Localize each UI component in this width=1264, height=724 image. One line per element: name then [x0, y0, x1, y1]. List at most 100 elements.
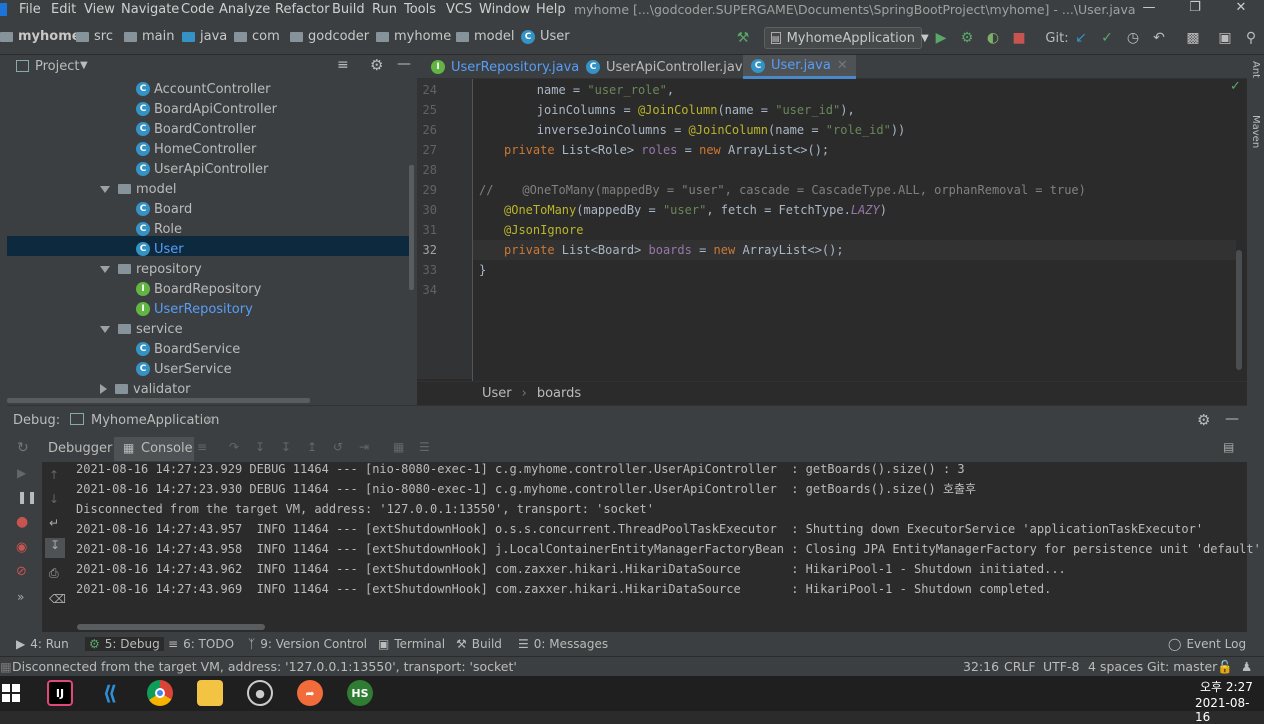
trace-icon[interactable]: ☰ — [419, 440, 430, 454]
chevron-down-icon[interactable]: ▼ — [80, 60, 88, 71]
close-icon[interactable]: ✕ — [204, 413, 214, 427]
close-icon[interactable]: ✕ — [837, 58, 848, 73]
code-line[interactable]: private List<Board> boards = new ArrayLi… — [504, 240, 844, 260]
tree-item-boardapicontroller[interactable]: C BoardApiController — [136, 99, 277, 119]
git-commit-icon[interactable]: ✓ — [1098, 29, 1116, 47]
tab-messages[interactable]: ☰ 0: Messages — [518, 637, 608, 651]
console-horizontal-scrollbar[interactable] — [77, 624, 265, 630]
breadcrumb-myhome-project[interactable]: myhome — [0, 29, 81, 44]
inspector-icon[interactable]: ♟ — [1241, 659, 1252, 674]
debug-icon[interactable]: ⚙ — [958, 29, 976, 47]
build-hammer-icon[interactable]: ⚒ — [734, 29, 752, 47]
windows-start-icon[interactable] — [2, 684, 20, 702]
menu-help[interactable]: Help — [536, 2, 566, 17]
tree-item-userservice[interactable]: C UserService — [136, 359, 232, 379]
expand-arrow-icon[interactable] — [100, 325, 110, 333]
tab-version-control[interactable]: ᛉ 9: Version Control — [248, 637, 367, 651]
code-line[interactable]: name = "user_role", — [479, 80, 674, 100]
horizontal-scrollbar[interactable] — [7, 398, 310, 403]
intellij-taskbar-icon[interactable]: IJ — [47, 680, 73, 706]
vscode-taskbar-icon[interactable]: ⟪ — [97, 680, 123, 706]
step-into-icon[interactable]: ↧ — [255, 440, 265, 454]
list-icon[interactable]: ≡ — [197, 440, 207, 454]
layout-icon[interactable]: ▤ — [1223, 440, 1234, 454]
tree-item-validator-package[interactable]: validator — [100, 379, 191, 399]
hide-panel-icon[interactable]: — — [1225, 411, 1239, 427]
evaluate-icon[interactable]: ▦ — [393, 440, 404, 454]
tree-item-service-package[interactable]: service — [100, 319, 183, 339]
line-separator[interactable]: CRLF — [1004, 659, 1036, 674]
menu-run[interactable]: Run — [372, 2, 397, 17]
breadcrumb-godcoder[interactable]: godcoder — [290, 29, 369, 44]
menu-window[interactable]: Window — [479, 2, 530, 17]
tab-todo[interactable]: ≡ 6: TODO — [168, 637, 234, 651]
editor-breadcrumb-class[interactable]: User — [482, 386, 512, 401]
chrome-taskbar-icon[interactable] — [147, 680, 173, 706]
terminal-window-icon[interactable]: ▣ — [1216, 29, 1234, 47]
tab-build[interactable]: ⚒ Build — [456, 637, 502, 651]
maven-tool-tab[interactable]: Maven — [1250, 115, 1261, 148]
code-line[interactable]: private List<Role> roles = new ArrayList… — [504, 140, 829, 160]
tab-console[interactable]: Console — [141, 441, 193, 456]
clear-all-icon[interactable]: ⌫ — [49, 592, 66, 606]
debug-config-tab[interactable]: MyhomeApplication — [91, 413, 219, 428]
tab-terminal[interactable]: ▣ Terminal — [378, 637, 445, 651]
hide-panel-icon[interactable]: — — [397, 56, 411, 72]
run-icon[interactable]: ▶ — [932, 29, 950, 47]
rollback-icon[interactable]: ↶ — [1150, 29, 1168, 47]
menu-view[interactable]: View — [84, 2, 115, 17]
project-structure-icon[interactable]: ▩ — [1184, 29, 1202, 47]
scroll-up-icon[interactable]: ↑ — [49, 468, 59, 482]
history-icon[interactable]: ◷ — [1124, 29, 1142, 47]
tab-debug[interactable]: ⚙ 5: Debug — [85, 637, 164, 651]
print-icon[interactable]: ⎙ — [49, 566, 59, 581]
menu-tools[interactable]: Tools — [404, 2, 436, 17]
code-line[interactable]: @OneToMany(mappedBy = "user", fetch = Fe… — [504, 200, 887, 220]
breadcrumb-model[interactable]: model — [456, 29, 514, 44]
code-line[interactable]: @JsonIgnore — [504, 220, 583, 240]
tree-item-repository-package[interactable]: repository — [100, 259, 202, 279]
coverage-icon[interactable]: ◐ — [984, 29, 1002, 47]
tree-item-boardcontroller[interactable]: C BoardController — [136, 119, 256, 139]
indent-setting[interactable]: 4 spaces — [1088, 659, 1143, 674]
tree-item-role[interactable]: C Role — [136, 219, 182, 239]
inspection-ok-icon[interactable]: ✓ — [1230, 79, 1241, 94]
tree-item-boardservice[interactable]: C BoardService — [136, 339, 240, 359]
scroll-to-end-icon[interactable]: ↧ — [45, 538, 65, 558]
menu-file[interactable]: File — [19, 2, 41, 17]
expand-arrow-icon[interactable] — [100, 265, 110, 273]
rerun-icon[interactable]: ↻ — [17, 440, 29, 456]
menu-vcs[interactable]: VCS — [446, 2, 472, 17]
obs-taskbar-icon[interactable]: ● — [247, 680, 273, 706]
tree-item-userrepository[interactable]: I UserRepository — [136, 299, 253, 319]
tree-item-board[interactable]: C Board — [136, 199, 192, 219]
mute-breakpoints-icon[interactable]: ⊘ — [16, 564, 27, 579]
breadcrumb-com[interactable]: com — [234, 29, 280, 44]
status-message[interactable]: Disconnected from the target VM, address… — [12, 659, 517, 674]
caret-position[interactable]: 32:16 — [963, 659, 999, 674]
tree-item-accountcontroller[interactable]: C AccountController — [136, 79, 270, 99]
maximize-icon[interactable]: ❐ — [1172, 0, 1218, 20]
code-line[interactable]: // @OneToMany(mappedBy = "user", cascade… — [479, 180, 1086, 200]
code-line[interactable]: inverseJoinColumns = @JoinColumn(name = … — [479, 120, 905, 140]
editor-breadcrumb-field[interactable]: boards — [537, 386, 581, 401]
tab-run[interactable]: ▶ 4: Run — [16, 637, 69, 651]
stop-icon[interactable]: ■ — [1010, 29, 1028, 47]
gear-icon[interactable]: ⚙ — [1197, 411, 1210, 429]
collapsed-arrow-icon[interactable] — [100, 384, 107, 394]
file-explorer-taskbar-icon[interactable] — [197, 680, 223, 706]
stop-icon[interactable]: ● — [16, 514, 28, 530]
menu-build[interactable]: Build — [332, 2, 365, 17]
hs-taskbar-icon[interactable]: HS — [347, 680, 373, 706]
tree-item-boardrepository[interactable]: I BoardRepository — [136, 279, 261, 299]
gear-icon[interactable]: ⚙ — [370, 56, 383, 74]
run-to-cursor-icon[interactable]: ⇥ — [359, 440, 369, 454]
tab-user-java[interactable]: C User.java ✕ — [743, 55, 856, 79]
code-line[interactable]: } — [479, 260, 486, 280]
breadcrumb-src[interactable]: src — [76, 29, 113, 44]
soft-wrap-icon[interactable]: ↵ — [49, 516, 59, 530]
run-configuration-select[interactable]: ▤ MyhomeApplication ▼ — [764, 27, 929, 49]
vertical-scrollbar[interactable] — [409, 165, 414, 290]
tab-userrepository[interactable]: IUserRepository.java✕ — [423, 55, 604, 79]
breakpoints-icon[interactable]: ◉ — [16, 540, 27, 555]
